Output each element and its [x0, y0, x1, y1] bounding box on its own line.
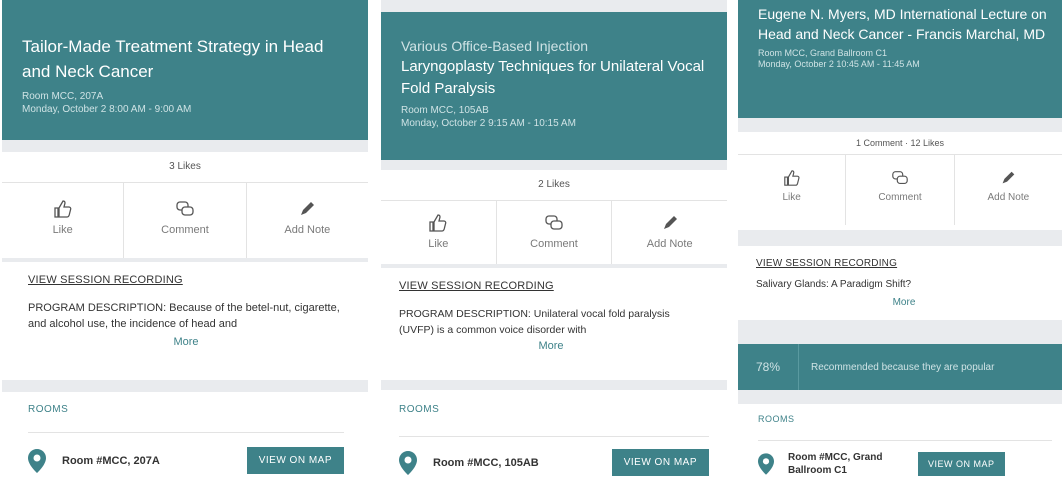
more-link[interactable]: More — [28, 336, 344, 348]
view-session-recording-link[interactable]: VIEW SESSION RECORDING — [756, 258, 1052, 269]
room-row: Room #MCC, Grand Ballroom C1 VIEW ON MAP — [758, 451, 1052, 477]
rooms-heading: ROOMS — [758, 414, 795, 424]
rooms-divider — [399, 436, 709, 437]
room-name: Room #MCC, 105AB — [433, 456, 539, 469]
action-bar: Like Comment Add Note — [2, 183, 368, 258]
action-bar: Like Comment Add Note — [381, 201, 727, 264]
comment-icon — [176, 201, 194, 216]
like-button[interactable]: Like — [2, 183, 125, 258]
recommend-text: Recommended because they are popular — [811, 361, 995, 373]
comment-label: Comment — [530, 238, 578, 250]
description-card: VIEW SESSION RECORDING PROGRAM DESCRIPTI… — [381, 268, 727, 380]
social-card: 3 Likes Like Comment Add Note — [2, 152, 368, 258]
pencil-icon — [1002, 171, 1015, 184]
view-on-map-button[interactable]: VIEW ON MAP — [246, 447, 344, 474]
program-description: PROGRAM DESCRIPTION: Because of the bete… — [28, 302, 340, 330]
recommend-percent: 78% — [738, 344, 799, 390]
description-card: VIEW SESSION RECORDING PROGRAM DESCRIPTI… — [2, 262, 368, 380]
like-label: Like — [428, 238, 449, 250]
thumbs-up-icon — [429, 214, 447, 232]
session-time: Monday, October 2 10:45 AM - 11:45 AM — [758, 59, 920, 69]
comment-button[interactable]: Comment — [124, 183, 247, 258]
rooms-card: ROOMS Room #MCC, 207A VIEW ON MAP — [2, 392, 368, 484]
like-button[interactable]: Like — [381, 201, 497, 264]
action-bar: Like Comment Add Note — [738, 155, 1062, 225]
session-panel-3: Eugene N. Myers, MD International Lectur… — [738, 0, 1062, 484]
session-header: Tailor-Made Treatment Strategy in Head a… — [2, 0, 368, 140]
rooms-card: ROOMS Room #MCC, Grand Ballroom C1 VIEW … — [738, 404, 1062, 484]
session-time: Monday, October 2 9:15 AM - 10:15 AM — [401, 118, 576, 129]
view-session-recording-link[interactable]: VIEW SESSION RECORDING — [399, 280, 703, 292]
recording-title[interactable]: Salivary Glands: A Paradigm Shift? — [756, 277, 1052, 293]
recording-card: VIEW SESSION RECORDING Salivary Glands: … — [738, 246, 1062, 320]
likes-count: 3 Likes — [2, 152, 368, 183]
session-title: Tailor-Made Treatment Strategy in Head a… — [22, 37, 324, 81]
add-note-button[interactable]: Add Note — [247, 183, 368, 258]
session-room: Room MCC, Grand Ballroom C1 — [758, 48, 888, 58]
rooms-divider — [28, 432, 344, 433]
more-link[interactable]: More — [399, 340, 703, 352]
social-card: 2 Likes Like Comment Add Note — [381, 170, 727, 264]
map-pin-icon — [399, 450, 417, 475]
add-note-label: Add Note — [284, 224, 331, 236]
view-session-recording-link[interactable]: VIEW SESSION RECORDING — [28, 274, 344, 286]
session-room: Room MCC, 105AB — [401, 105, 489, 116]
session-title: Laryngoplasty Techniques for Unilateral … — [401, 58, 705, 97]
likes-count: 2 Likes — [381, 170, 727, 201]
like-label: Like — [782, 192, 801, 203]
session-title-top: Various Office-Based Injection — [401, 38, 589, 54]
rooms-card: ROOMS Room #MCC, 105AB VIEW ON MAP — [381, 390, 727, 484]
thumbs-up-icon — [54, 200, 72, 218]
add-note-button[interactable]: Add Note — [955, 155, 1062, 225]
session-header: Various Office-Based Injection Laryngopl… — [381, 12, 727, 160]
session-panel-2: Various Office-Based Injection Laryngopl… — [381, 0, 727, 484]
rooms-heading: ROOMS — [399, 404, 440, 415]
recommendation-banner: 78% Recommended because they are popular — [738, 344, 1062, 390]
view-on-map-button[interactable]: VIEW ON MAP — [611, 449, 709, 476]
social-card: 1 Comment · 12 Likes Like Comment Add No… — [738, 132, 1062, 230]
rooms-heading: ROOMS — [28, 404, 69, 415]
thumbs-up-icon — [783, 170, 800, 186]
add-note-button[interactable]: Add Note — [612, 201, 727, 264]
add-note-label: Add Note — [987, 192, 1030, 203]
more-link[interactable]: More — [756, 297, 1052, 308]
comment-icon — [545, 215, 563, 230]
room-row: Room #MCC, 105AB VIEW ON MAP — [399, 449, 709, 476]
comment-icon — [892, 171, 908, 184]
comment-button[interactable]: Comment — [846, 155, 955, 225]
session-header: Eugene N. Myers, MD International Lectur… — [738, 0, 1062, 118]
like-button[interactable]: Like — [738, 155, 847, 225]
comment-button[interactable]: Comment — [497, 201, 613, 264]
likes-count: 1 Comment · 12 Likes — [738, 132, 1062, 155]
room-name: Room #MCC, Grand Ballroom C1 — [788, 452, 883, 476]
session-room: Room MCC, 207A — [22, 91, 104, 102]
comment-label: Comment — [878, 192, 922, 203]
add-note-label: Add Note — [646, 238, 693, 250]
session-time: Monday, October 2 8:00 AM - 9:00 AM — [22, 104, 192, 115]
comment-label: Comment — [161, 224, 209, 236]
pencil-icon — [663, 216, 677, 229]
room-name: Room #MCC, 207A — [62, 454, 160, 467]
map-pin-icon — [758, 453, 774, 475]
session-title: Eugene N. Myers, MD International Lectur… — [758, 6, 1047, 42]
rooms-divider — [758, 440, 1052, 441]
program-description: PROGRAM DESCRIPTION: Unilateral vocal fo… — [399, 308, 670, 336]
view-on-map-button[interactable]: VIEW ON MAP — [918, 452, 1005, 476]
session-panel-1: Tailor-Made Treatment Strategy in Head a… — [2, 0, 368, 484]
map-pin-icon — [28, 448, 46, 473]
pencil-icon — [301, 202, 315, 215]
like-label: Like — [52, 224, 73, 236]
room-row: Room #MCC, 207A VIEW ON MAP — [28, 447, 344, 474]
